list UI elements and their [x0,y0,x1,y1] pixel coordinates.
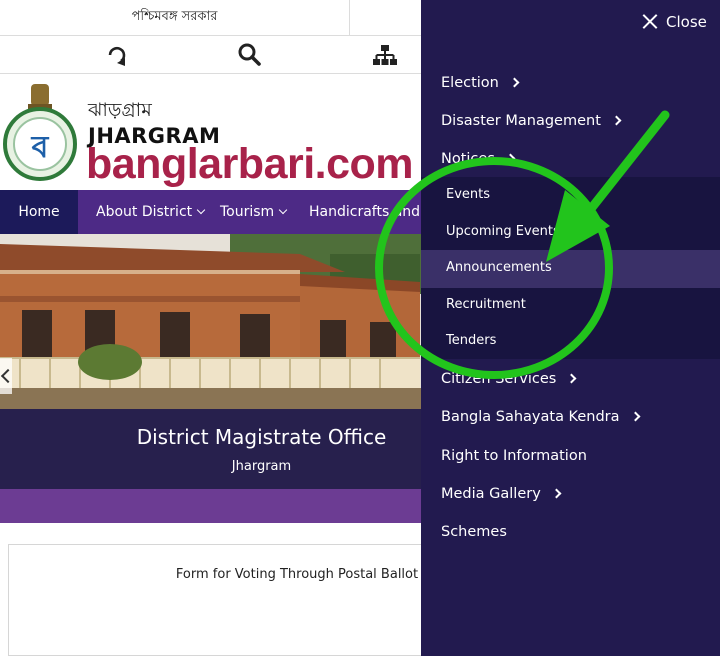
menu-item-schemes[interactable]: Schemes [441,520,507,544]
chevron-right-icon [566,373,577,384]
sitemap-icon[interactable] [371,42,399,68]
search-icon[interactable] [235,42,263,68]
notice-card: Form for Voting Through Postal Ballot [8,544,448,656]
menu-item-bangla-sahayata-kendra[interactable]: Bangla Sahayata Kendra [441,405,640,429]
menu-item-label: Bangla Sahayata Kendra [441,409,620,425]
nav-handicrafts[interactable]: Handicrafts and H [309,190,435,234]
menu-item-label: Notices [441,151,495,167]
chevron-down-icon [196,205,206,215]
offcanvas-menu: Close Election Disaster Management Notic… [421,0,720,656]
state-emblem-icon: ব [2,82,78,182]
close-button[interactable]: Close [642,10,707,34]
menu-item-label: Media Gallery [441,486,541,502]
menu-item-right-to-information[interactable]: Right to Information [441,444,587,468]
nav-home[interactable]: Home [0,190,78,234]
site-wordmark[interactable]: banglarbari.com [86,140,414,189]
chevron-right-icon [509,77,520,88]
menu-item-citizen-services[interactable]: Citizen Services [441,367,577,391]
submenu-item-events[interactable]: Events [446,184,490,206]
submenu-item-upcoming-events[interactable]: Upcoming Events [446,221,560,243]
svg-text:ব: ব [31,130,50,165]
govt-label[interactable]: পশ্চিমবঙ্গ সরকার [0,0,350,36]
menu-item-disaster-management[interactable]: Disaster Management [441,109,622,133]
submenu-item-announcements[interactable]: Announcements [446,257,552,279]
nav-about-district[interactable]: About District [96,190,206,234]
chevron-right-icon [611,115,622,126]
menu-item-election[interactable]: Election [441,71,520,95]
menu-item-label: Disaster Management [441,113,601,129]
submenu-item-tenders[interactable]: Tenders [446,330,496,352]
chevron-right-icon [551,488,562,499]
chevron-right-icon [505,153,516,164]
nav-home-label: Home [18,204,60,220]
nav-handicrafts-label: Handicrafts and H [309,204,436,220]
notices-submenu: Events Upcoming Events Announcements Rec… [421,177,720,359]
menu-item-media-gallery[interactable]: Media Gallery [441,482,562,506]
menu-item-label: Citizen Services [441,371,557,387]
refresh-icon[interactable] [103,42,131,68]
slider-prev-button[interactable] [0,358,12,394]
nav-tourism-label: Tourism [220,204,275,220]
menu-item-label: Right to Information [441,448,587,464]
menu-item-label: Schemes [441,524,507,540]
close-icon [642,13,658,29]
submenu-item-recruitment[interactable]: Recruitment [446,294,526,316]
chevron-down-icon [278,205,288,215]
chevron-right-icon [630,411,640,422]
close-label: Close [666,13,707,31]
nav-tourism[interactable]: Tourism [220,190,288,234]
nav-about-label: About District [96,204,193,220]
menu-item-label: Election [441,75,499,91]
menu-item-notices[interactable]: Notices [441,147,516,171]
